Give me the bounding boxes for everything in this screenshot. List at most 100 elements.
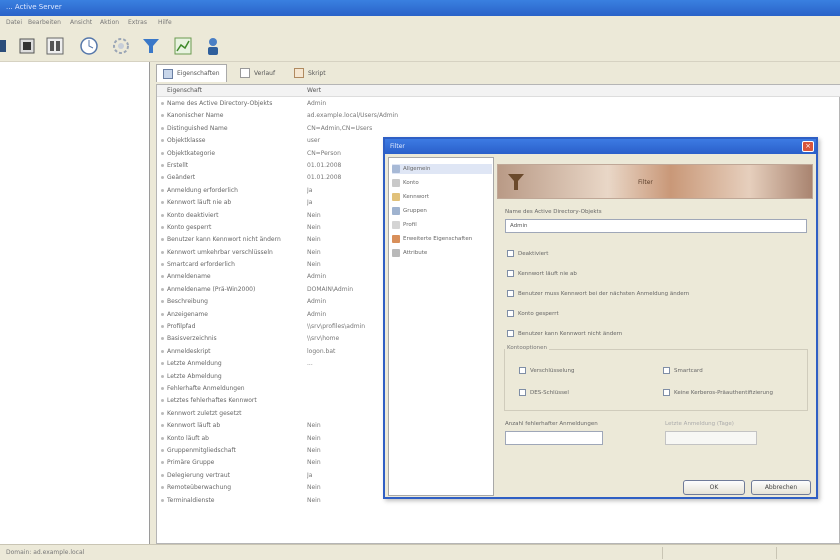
property-value: CN=Admin,CN=Users	[307, 124, 373, 132]
group-title: Kontooptionen	[505, 345, 549, 351]
grid-button[interactable]	[44, 35, 66, 57]
account-options-group	[504, 349, 808, 411]
checkbox-box[interactable]	[663, 389, 670, 396]
back-button[interactable]	[0, 35, 14, 57]
menu-item-bearbeiten[interactable]: Bearbeiten	[28, 19, 61, 26]
table-row[interactable]: Name des Active Directory-Objekts Admin	[157, 98, 840, 110]
menu-item-extras[interactable]: Extras	[128, 19, 147, 26]
property-name: Objektklasse	[167, 137, 206, 145]
menu-item-datei[interactable]: Datei	[6, 19, 22, 26]
filter-button[interactable]	[140, 35, 162, 57]
row-bullet	[161, 349, 164, 353]
nav-item-erweitert[interactable]: Erweiterte Eigenschaften	[392, 234, 472, 244]
checkbox-label: Deaktiviert	[518, 250, 549, 257]
checkbox-kennwort-nicht-aendern[interactable]: Benutzer kann Kennwort nicht ändern	[507, 330, 622, 337]
checkbox-kennwort-laeuft-nie-ab[interactable]: Kennwort läuft nie ab	[507, 270, 577, 277]
property-name: Fehlerhafte Anmeldungen	[167, 384, 245, 392]
nav-item-konto[interactable]: Konto	[392, 178, 419, 188]
checkbox-label: Keine Kerberos-Präauthentifizierung	[674, 389, 773, 396]
row-bullet	[161, 213, 164, 217]
stop-button[interactable]	[16, 35, 38, 57]
checkbox-konto-gesperrt[interactable]: Konto gesperrt	[507, 310, 559, 317]
ok-label: OK	[709, 484, 719, 491]
failed-logins-label: Anzahl fehlerhafter Anmeldungen	[505, 421, 598, 427]
user-button[interactable]	[202, 35, 224, 57]
user-icon	[208, 38, 218, 55]
property-name: Erstellt	[167, 161, 189, 169]
tab-label: Eigenschaften	[177, 70, 220, 77]
cancel-button[interactable]: Abbrechen	[751, 480, 811, 495]
checkbox-des[interactable]: DES-Schlüssel	[519, 389, 569, 396]
checkbox-box[interactable]	[663, 367, 670, 374]
table-row[interactable]: Distinguished Name CN=Admin,CN=Users	[157, 123, 840, 135]
property-name: Anmeldeskript	[167, 347, 211, 355]
checkbox-deaktiviert[interactable]: Deaktiviert	[507, 250, 548, 257]
arrow-icon	[0, 40, 6, 52]
property-name: Delegierung vertraut	[167, 471, 230, 479]
close-button[interactable]: ×	[802, 141, 814, 152]
status-bar: Domain: ad.example.local	[0, 544, 840, 560]
nav-item-allgemein[interactable]: Allgemein	[392, 164, 492, 174]
checkbox-box[interactable]	[507, 270, 514, 277]
property-name: Geändert	[167, 174, 196, 182]
checkbox-kennwort-aendern[interactable]: Benutzer muss Kennwort bei der nächsten …	[507, 290, 689, 297]
tree-pane[interactable]	[0, 62, 150, 544]
nav-item-kennwort[interactable]: Kennwort	[392, 192, 429, 202]
nav-item-attribute[interactable]: Attribute	[392, 248, 427, 258]
property-name: Letzte Abmeldung	[167, 372, 222, 380]
property-name: Konto gesperrt	[167, 223, 212, 231]
property-name: Terminaldienste	[167, 496, 215, 504]
column-header-value[interactable]: Wert	[307, 87, 321, 94]
nav-label: Profil	[403, 222, 417, 228]
property-name: Kennwort läuft ab	[167, 422, 221, 430]
menu-item-aktion[interactable]: Aktion	[100, 19, 119, 26]
table-row[interactable]: Kanonischer Name ad.example.local/Users/A…	[157, 110, 840, 122]
checkbox-box[interactable]	[519, 367, 526, 374]
checkbox-smartcard[interactable]: Smartcard	[663, 367, 703, 374]
checkbox-verschluesselung[interactable]: Verschlüsselung	[519, 367, 574, 374]
tab-eigenschaften[interactable]: Eigenschaften	[156, 64, 227, 82]
filter-icon	[143, 39, 159, 53]
checkbox-box[interactable]	[519, 389, 526, 396]
last-login-input[interactable]	[665, 431, 757, 445]
checkbox-kerberos[interactable]: Keine Kerberos-Präauthentifizierung	[663, 389, 773, 396]
stop-icon	[19, 38, 35, 54]
row-bullet	[161, 238, 164, 242]
refresh-button[interactable]	[78, 35, 100, 57]
menu-item-ansicht[interactable]: Ansicht	[70, 19, 92, 26]
checkbox-label: Benutzer kann Kennwort nicht ändern	[518, 330, 623, 337]
settings-button[interactable]	[110, 35, 132, 57]
chart-button[interactable]	[172, 35, 194, 57]
row-bullet	[161, 126, 164, 130]
menu-bar: Datei Bearbeiten Ansicht Aktion Extras H…	[0, 16, 840, 30]
refresh-icon	[80, 37, 98, 55]
checkbox-box[interactable]	[507, 310, 514, 317]
title-bar: ... Active Server	[0, 0, 840, 16]
nav-item-profil[interactable]: Profil	[392, 220, 417, 230]
ok-button[interactable]: OK	[683, 480, 745, 495]
row-bullet	[161, 114, 164, 118]
row-bullet	[161, 386, 164, 390]
tab-skript[interactable]: Skript	[288, 64, 332, 82]
row-bullet	[161, 461, 164, 465]
name-input[interactable]	[505, 219, 807, 233]
nav-item-gruppen[interactable]: Gruppen	[392, 206, 427, 216]
name-label: Name des Active Directory-Objekts	[505, 209, 602, 215]
nav-label: Erweiterte Eigenschaften	[403, 236, 473, 242]
failed-logins-input[interactable]	[505, 431, 603, 445]
tab-label: Skript	[308, 69, 326, 77]
row-bullet	[161, 424, 164, 428]
menu-item-hilfe[interactable]: Hilfe	[158, 19, 172, 26]
row-bullet	[161, 139, 164, 143]
tab-verlauf[interactable]: Verlauf	[234, 64, 281, 82]
toolbar	[0, 30, 840, 62]
column-header-property[interactable]: Eigenschaft	[167, 87, 202, 94]
checkbox-box[interactable]	[507, 250, 514, 257]
status-separator	[776, 547, 777, 559]
checkbox-label: Konto gesperrt	[518, 310, 559, 317]
tab-label: Verlauf	[254, 69, 276, 77]
checkbox-box[interactable]	[507, 330, 514, 337]
checkbox-box[interactable]	[507, 290, 514, 297]
checkbox-label: Verschlüsselung	[530, 367, 575, 374]
script-icon	[294, 68, 304, 78]
